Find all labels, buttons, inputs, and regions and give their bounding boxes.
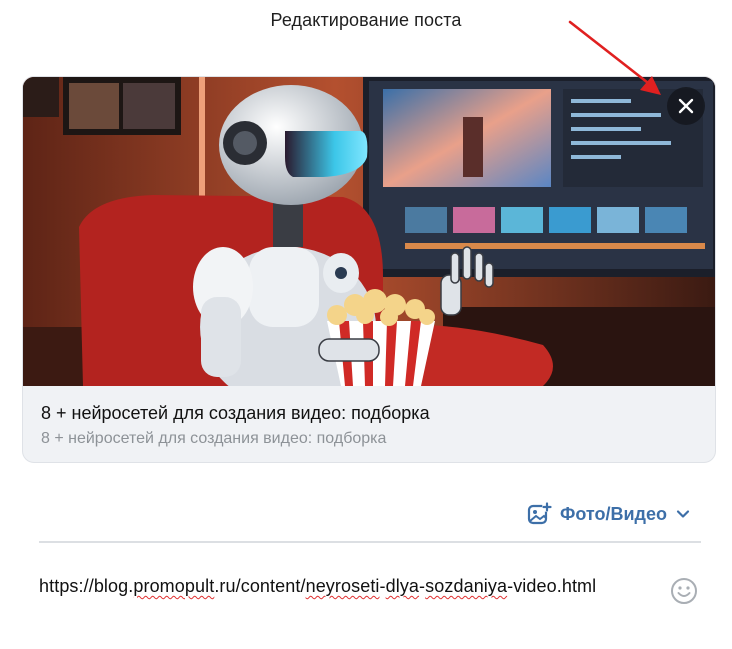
dialog-title: Редактирование поста bbox=[270, 10, 462, 30]
url-text-segment: sozdaniya bbox=[425, 576, 508, 596]
emoji-button[interactable] bbox=[670, 577, 698, 605]
divider bbox=[39, 541, 701, 543]
photo-add-icon bbox=[527, 502, 552, 525]
url-text-segment: promopult bbox=[133, 576, 215, 596]
post-text-input[interactable]: https://blog.promopult.ru/content/neyros… bbox=[39, 576, 596, 597]
url-text-segment: neyroseti bbox=[305, 576, 380, 596]
attachment-subtitle: 8 + нейросетей для создания видео: подбо… bbox=[41, 430, 387, 447]
photo-video-button[interactable]: Фото/Видео bbox=[526, 500, 691, 528]
url-text-segment: dlya bbox=[385, 576, 420, 596]
url-text-segment: -video.html bbox=[507, 576, 597, 596]
attachment-title: 8 + нейросетей для создания видео: подбо… bbox=[41, 403, 430, 423]
close-icon bbox=[678, 98, 694, 114]
chevron-down-icon bbox=[676, 510, 690, 518]
url-text-segment: .ru/content/ bbox=[214, 576, 306, 596]
link-preview-card[interactable]: 8 + нейросетей для создания видео: подбо… bbox=[22, 76, 716, 463]
photo-video-label: Фото/Видео bbox=[560, 503, 667, 524]
remove-attachment-button[interactable] bbox=[667, 87, 705, 125]
smile-icon bbox=[671, 578, 697, 604]
preview-image bbox=[23, 77, 715, 386]
url-text-segment: https://blog. bbox=[39, 576, 134, 596]
